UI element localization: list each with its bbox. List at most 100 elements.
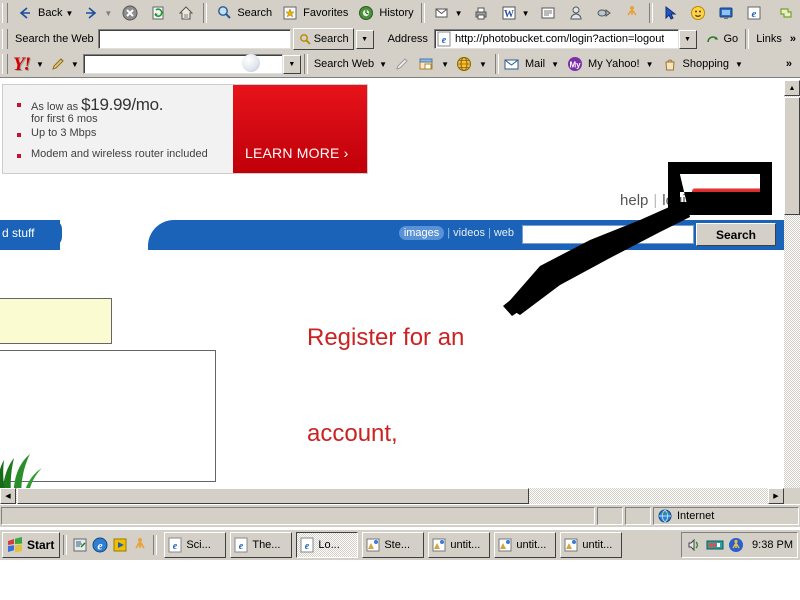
yahoo-logo-dropdown-icon[interactable]: ▼: [36, 60, 44, 69]
web-search-go-button[interactable]: Search: [292, 28, 354, 50]
taskbar-item-2-active[interactable]: e Lo...: [296, 532, 359, 558]
discuss-button[interactable]: [534, 1, 562, 25]
yahoo-mail-label[interactable]: Mail: [525, 58, 545, 70]
join-now-button[interactable]: join now: [692, 188, 772, 210]
scroll-up-button[interactable]: ▲: [784, 80, 800, 96]
taskbar-item-3[interactable]: Ste...: [362, 532, 425, 558]
scroll-right-button[interactable]: ▶: [768, 488, 784, 504]
yahoo-search-web-label[interactable]: Search Web: [314, 58, 374, 70]
status-panel-2: [597, 507, 623, 525]
yahoo-search-web-dropdown-icon[interactable]: ▼: [379, 60, 387, 69]
yahoo-search-dropdown[interactable]: ▼: [282, 54, 301, 74]
aim-quicklaunch-icon[interactable]: [130, 535, 150, 555]
svg-text:e: e: [98, 539, 104, 553]
back-dropdown-icon[interactable]: ▼: [65, 9, 73, 18]
search-mode-videos[interactable]: videos: [453, 227, 485, 239]
address-toolbar-grip[interactable]: [2, 29, 8, 49]
cursor-button[interactable]: [656, 1, 684, 25]
ad-banner[interactable]: As low as $19.99/mo. for first 6 mos Up …: [2, 84, 368, 174]
pencil-dropdown-icon[interactable]: ▼: [71, 60, 79, 69]
stop-icon: [120, 3, 140, 23]
globe-dropdown-icon[interactable]: ▼: [479, 60, 487, 69]
search-the-web-label: Search the Web: [15, 33, 94, 45]
ad-learn-more-panel[interactable]: LEARN MORE ›: [233, 85, 367, 173]
forward-dropdown-icon[interactable]: ▼: [104, 9, 112, 18]
login-link[interactable]: login: [662, 192, 694, 209]
yahoo-search-input[interactable]: [82, 54, 283, 74]
search-mode-web[interactable]: web: [494, 227, 514, 239]
search-button[interactable]: Search: [210, 1, 276, 25]
ie-page-icon: e: [436, 31, 452, 47]
search-mode-images[interactable]: images: [398, 226, 445, 240]
tray-clock[interactable]: 9:38 PM: [752, 539, 793, 551]
taskbar-item-label: untit...: [516, 539, 547, 551]
site-search-button[interactable]: Search: [696, 223, 776, 246]
shopping-label[interactable]: Shopping: [683, 58, 730, 70]
nav-tab-stuff[interactable]: d stuff: [0, 220, 62, 246]
aim-tray-icon[interactable]: [728, 537, 744, 553]
help-link[interactable]: help: [620, 192, 648, 209]
standard-buttons-toolbar: Back ▼ ▼ Search Favorites History ▼ W ▼ …: [0, 0, 800, 27]
messenger-button[interactable]: [562, 1, 590, 25]
edit-word-button[interactable]: W ▼: [495, 1, 534, 25]
taskbar-item-6[interactable]: untit...: [560, 532, 623, 558]
mail-dropdown-icon[interactable]: ▼: [455, 9, 463, 18]
mail-button[interactable]: ▼: [428, 1, 467, 25]
security-zone-panel[interactable]: Internet: [653, 507, 799, 525]
highlighter-icon[interactable]: [392, 54, 412, 74]
taskbar-item-0[interactable]: e Sci...: [164, 532, 227, 558]
forward-button[interactable]: ▼: [77, 1, 116, 25]
smiley-button[interactable]: [684, 1, 712, 25]
print-button[interactable]: [467, 1, 495, 25]
my-yahoo-dropdown-icon[interactable]: ▼: [646, 60, 654, 69]
refresh-button[interactable]: [144, 1, 172, 25]
bookmarks-icon[interactable]: [416, 54, 436, 74]
yahoo-toolbar-grip[interactable]: [2, 54, 8, 74]
show-desktop-icon[interactable]: [70, 535, 90, 555]
horizontal-scrollbar[interactable]: ◀ ▶: [0, 488, 784, 504]
home-button[interactable]: [172, 1, 200, 25]
my-yahoo-label[interactable]: My Yahoo!: [588, 58, 640, 70]
globe-icon[interactable]: [454, 54, 474, 74]
aim-button[interactable]: [618, 1, 646, 25]
yahoo-logo[interactable]: Y!: [11, 55, 32, 74]
history-button[interactable]: History: [352, 1, 417, 25]
start-button[interactable]: Start: [2, 532, 61, 558]
stop-button[interactable]: [116, 1, 144, 25]
taskbar-item-5[interactable]: untit...: [494, 532, 557, 558]
go-button[interactable]: Go: [701, 27, 743, 51]
bookmarks-dropdown-icon[interactable]: ▼: [441, 60, 449, 69]
realplayer-icon: [594, 3, 614, 23]
scroll-left-button[interactable]: ◀: [0, 488, 16, 504]
search-provider-dropdown[interactable]: ▼: [355, 29, 374, 49]
aim-icon: [622, 3, 642, 23]
pencil-icon[interactable]: [48, 54, 68, 74]
search-the-web-input[interactable]: [97, 29, 291, 49]
taskbar-item-label: untit...: [450, 539, 481, 551]
network-icon[interactable]: [706, 537, 724, 553]
back-button[interactable]: Back ▼: [11, 1, 77, 25]
vertical-scrollbar-thumb[interactable]: [784, 97, 800, 215]
msn-button[interactable]: [712, 1, 740, 25]
vertical-scrollbar[interactable]: ▲ ▼: [784, 80, 800, 504]
shopping-dropdown-icon[interactable]: ▼: [735, 60, 743, 69]
taskbar-item-4[interactable]: untit...: [428, 532, 491, 558]
web-search-go-label: Search: [313, 33, 349, 45]
favorites-button[interactable]: Favorites: [276, 1, 352, 25]
taskbar-item-1[interactable]: e The...: [230, 532, 293, 558]
horizontal-scrollbar-thumb[interactable]: [17, 488, 529, 504]
toolbar-grip[interactable]: [2, 3, 8, 23]
ie-quicklaunch-icon[interactable]: e: [90, 535, 110, 555]
yahoo-overflow-icon[interactable]: »: [786, 58, 792, 70]
site-search-input[interactable]: [522, 225, 694, 244]
shopping-bag-icon: [660, 54, 680, 74]
address-dropdown[interactable]: ▼: [678, 29, 697, 49]
address-input[interactable]: e http://photobucket.com/login?action=lo…: [433, 29, 679, 49]
realplayer-button[interactable]: [590, 1, 618, 25]
yahoo-mail-dropdown-icon[interactable]: ▼: [551, 60, 559, 69]
edit-dropdown-icon[interactable]: ▼: [522, 9, 530, 18]
media-player-icon[interactable]: [110, 535, 130, 555]
links-overflow-icon[interactable]: »: [786, 33, 800, 45]
volume-icon[interactable]: [686, 537, 702, 553]
ie-launch-button[interactable]: e: [740, 1, 768, 25]
